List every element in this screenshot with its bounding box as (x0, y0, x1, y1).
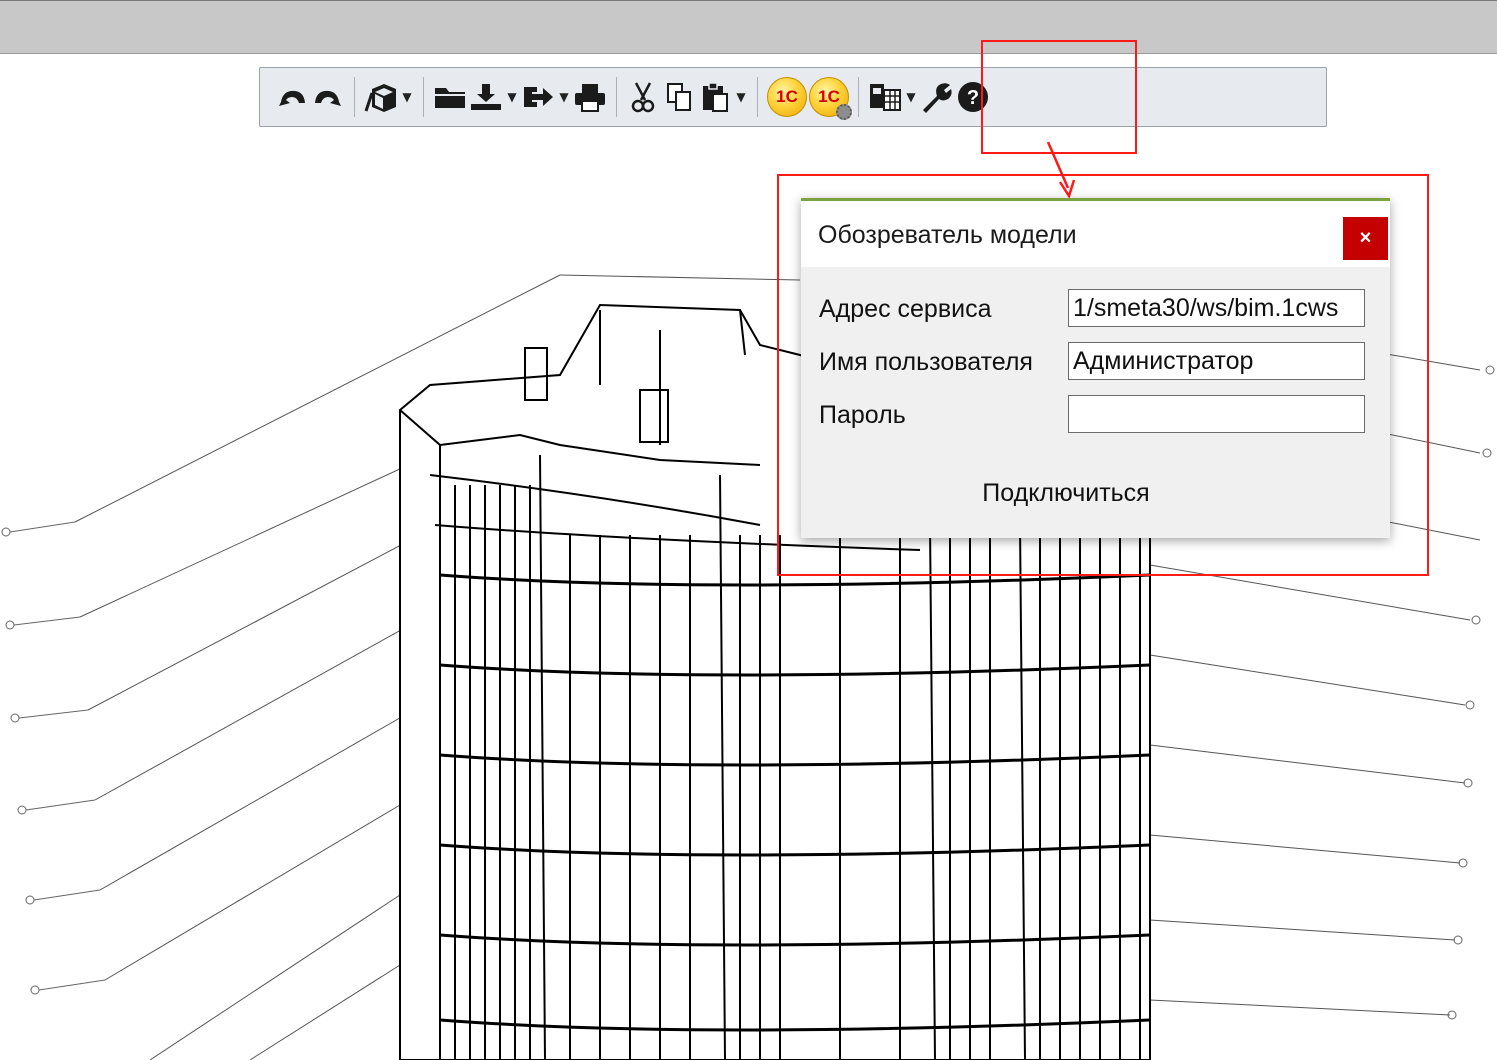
1c-connect-button[interactable]: 1С (766, 75, 808, 119)
username-input[interactable]: Администратор (1068, 342, 1365, 380)
open-button[interactable] (432, 77, 468, 117)
cut-button[interactable] (625, 77, 661, 117)
service-address-input[interactable]: 1/smeta30/ws/bim.1cws (1068, 289, 1365, 327)
close-button[interactable]: × (1343, 217, 1388, 260)
tools-button[interactable] (919, 77, 955, 117)
toolbar-separator (354, 77, 355, 117)
toolbar-separator (616, 77, 617, 117)
paste-button[interactable] (697, 77, 733, 117)
import-dropdown[interactable]: ▼ (504, 77, 520, 117)
gear-icon (836, 104, 852, 120)
clipboard-icon (703, 82, 728, 112)
dialog-title: Обозреватель модели (818, 221, 1077, 249)
redo-icon (315, 90, 341, 106)
grid-layout-icon (870, 84, 901, 111)
username-label: Имя пользователя (819, 348, 1033, 376)
1c-logo-text: 1С (818, 87, 840, 106)
printer-icon (575, 84, 605, 112)
1c-settings-button[interactable]: 1С (808, 75, 852, 120)
redo-button[interactable] (310, 77, 346, 117)
download-icon (471, 84, 501, 110)
toolbar-separator (423, 77, 424, 117)
export-dropdown[interactable]: ▼ (556, 77, 572, 117)
view-cube-button[interactable] (363, 77, 399, 117)
wrench-icon (923, 83, 952, 113)
import-button[interactable] (468, 77, 504, 117)
close-icon: × (1359, 227, 1372, 249)
annotation-box-1c-buttons (981, 40, 1137, 154)
password-label: Пароль (819, 401, 906, 429)
folder-icon (435, 88, 465, 108)
main-toolbar: ▼ ▼ ▼ ▼ 1С 1С ▼ ? (259, 67, 1327, 127)
1c-logo-icon: 1С (767, 77, 807, 117)
export-arrow-icon (524, 87, 553, 107)
1c-logo-text: 1С (776, 87, 798, 106)
service-address-label: Адрес сервиса (819, 295, 992, 323)
password-input[interactable] (1068, 395, 1365, 433)
copy-button[interactable] (661, 77, 697, 117)
layout-dropdown[interactable]: ▼ (903, 77, 919, 117)
view-cube-icon (364, 84, 396, 112)
svg-text:?: ? (967, 87, 979, 109)
scissors-icon (631, 82, 655, 113)
undo-icon (279, 90, 305, 106)
view-cube-dropdown[interactable]: ▼ (399, 77, 415, 117)
window-top-strip (0, 0, 1497, 54)
undo-button[interactable] (274, 77, 310, 117)
model-browser-dialog: Обозреватель модели × Адрес сервиса 1/sm… (801, 198, 1390, 538)
1c-settings-icon: 1С (809, 77, 852, 120)
layout-button[interactable] (867, 77, 903, 117)
connect-button[interactable]: Подключиться (981, 473, 1151, 513)
paste-dropdown[interactable]: ▼ (733, 77, 749, 117)
print-button[interactable] (572, 77, 608, 117)
dialog-header: Обозреватель модели × (801, 201, 1390, 267)
copy-icon (667, 83, 691, 111)
toolbar-separator (757, 77, 758, 117)
export-button[interactable] (520, 77, 556, 117)
toolbar-separator (858, 77, 859, 117)
